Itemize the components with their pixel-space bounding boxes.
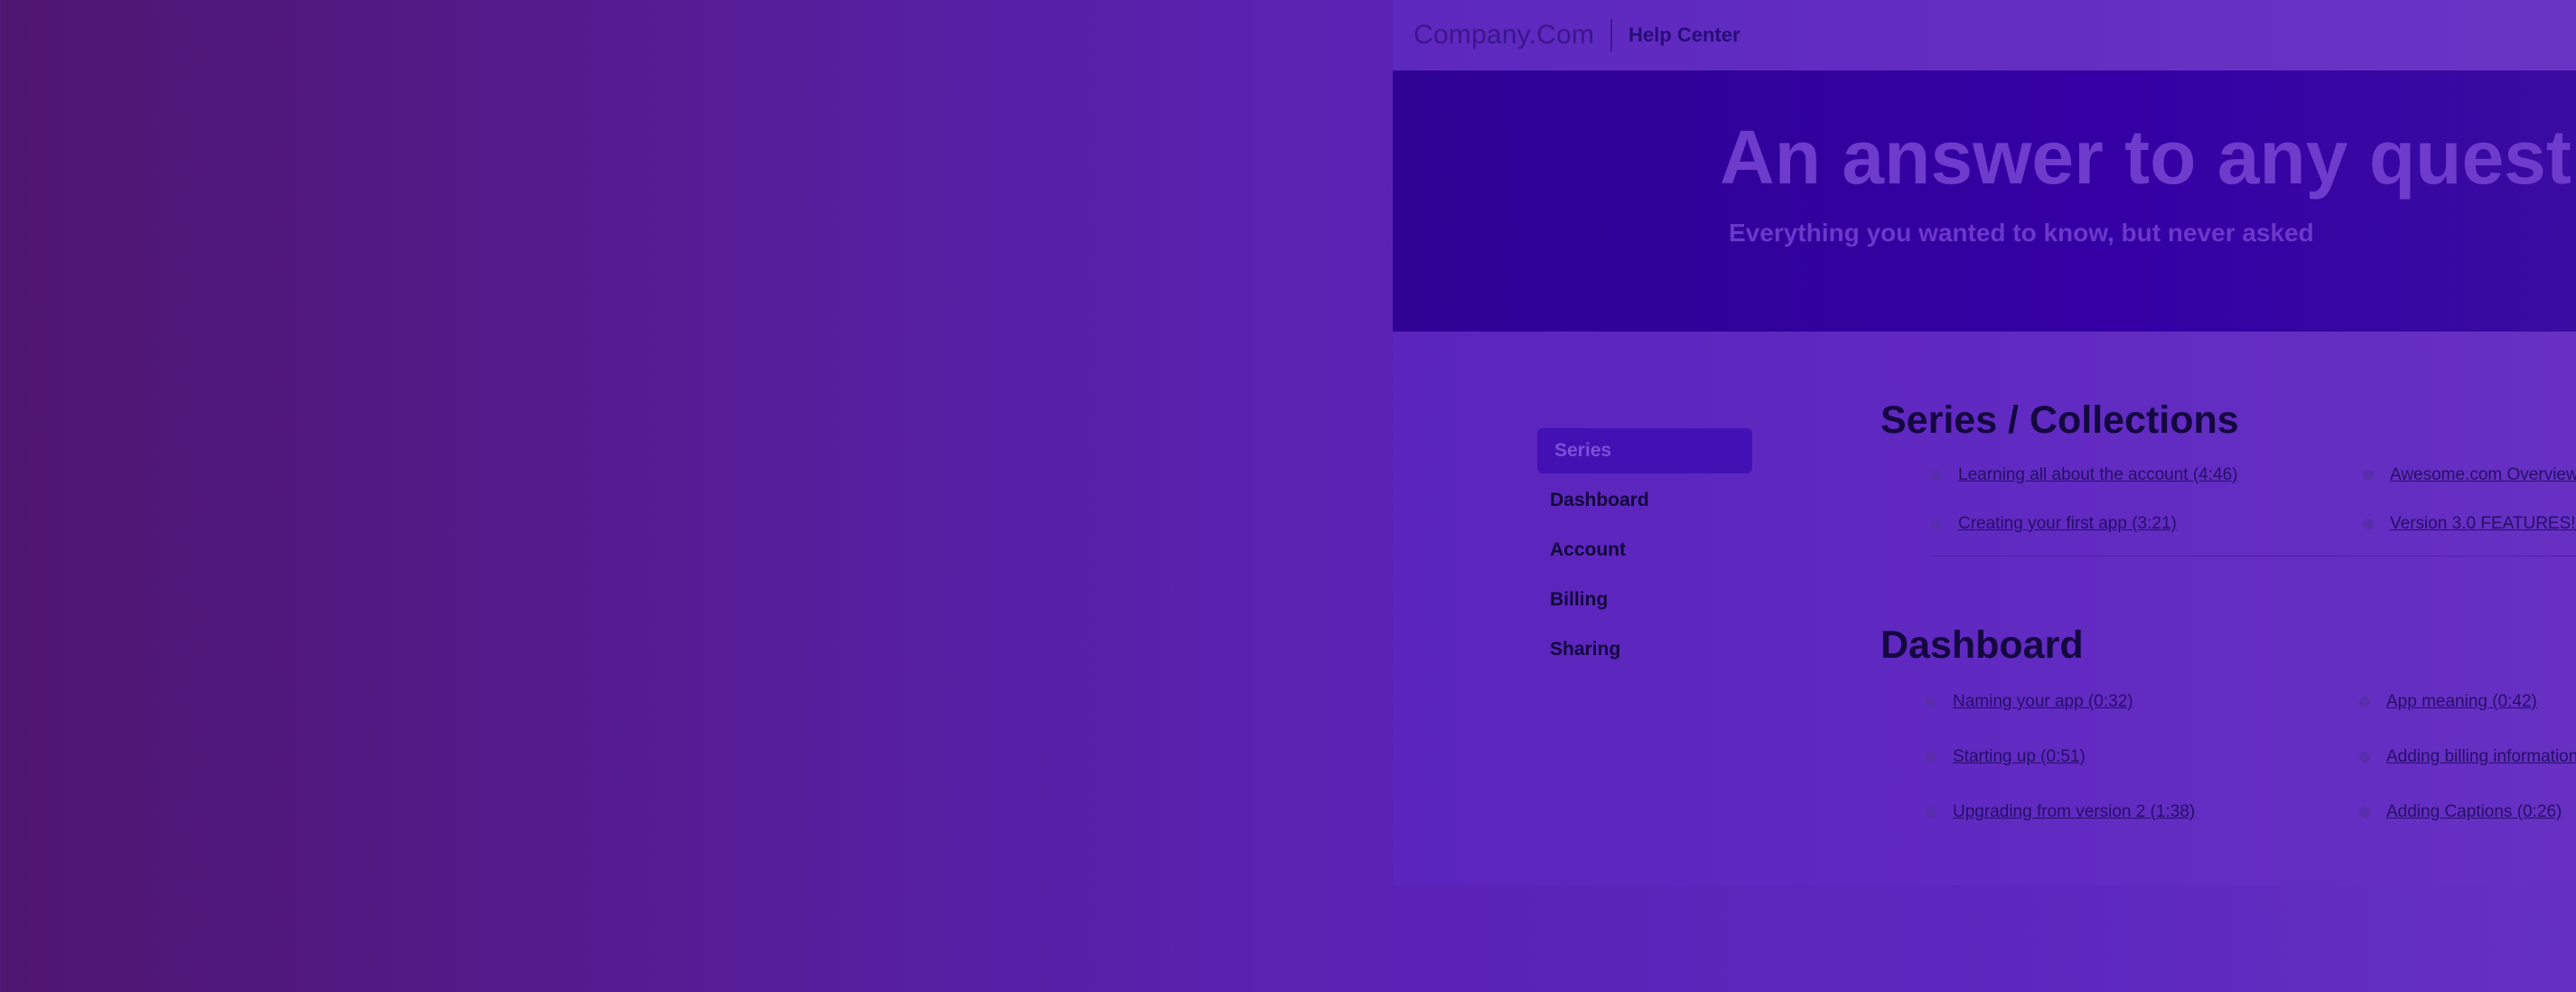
list-item[interactable]: Starting up (0:51) bbox=[1926, 747, 2086, 767]
dashboard-section-title: Dashboard bbox=[1881, 623, 2084, 667]
sidebar-item-billing[interactable]: Billing bbox=[1537, 577, 1752, 622]
video-link-label: Version 3.0 FEATURES! (3 bbox=[2390, 514, 2576, 533]
help-center-page: Company.Com Help Center An answer to any… bbox=[1393, 0, 2576, 885]
sidebar-item-label: Sharing bbox=[1550, 639, 1621, 660]
dashboard-section: Dashboard Naming your app (0:32) App mea… bbox=[1881, 626, 2576, 927]
hero-subtitle: Everything you wanted to know, but never… bbox=[1729, 219, 2314, 247]
header-divider bbox=[1610, 19, 1613, 51]
top-navigation: Company.Com Help Center bbox=[1393, 0, 2576, 70]
list-item[interactable]: Creating your first app (3:21) bbox=[1931, 514, 2177, 534]
video-link-label: Starting up (0:51) bbox=[1953, 747, 2086, 766]
bullet-icon bbox=[1926, 697, 1937, 707]
help-sidebar: Series Dashboard Account Billing Sharing bbox=[1537, 428, 1754, 677]
series-section-title: Series / Collections bbox=[1881, 398, 2239, 442]
bullet-icon bbox=[2363, 470, 2374, 481]
list-item[interactable]: Learning all about the account (4:46) bbox=[1931, 465, 2238, 485]
list-item[interactable]: App meaning (0:42) bbox=[2359, 692, 2537, 712]
series-collections-section: Series / Collections Learning all about … bbox=[1881, 401, 2576, 561]
list-item[interactable]: Adding billing information ( bbox=[2359, 747, 2576, 767]
dashboard-video-list: Naming your app (0:32) App meaning (0:42… bbox=[1881, 692, 2576, 927]
sidebar-item-series[interactable]: Series bbox=[1537, 428, 1752, 473]
company-logo[interactable]: Company.Com bbox=[1414, 20, 1594, 51]
hero-banner: An answer to any question Everything you… bbox=[1393, 70, 2576, 332]
bullet-icon bbox=[2359, 807, 2370, 818]
sidebar-item-label: Dashboard bbox=[1550, 490, 1649, 510]
sidebar-item-dashboard[interactable]: Dashboard bbox=[1537, 478, 1752, 523]
list-item[interactable]: Version 3.0 FEATURES! (3 bbox=[2363, 514, 2576, 534]
list-item[interactable]: Upgrading from version 2 (1:38) bbox=[1926, 802, 2195, 822]
video-link-label: Awesome.com Overview ( bbox=[2390, 465, 2576, 484]
video-link-label: Learning all about the account (4:46) bbox=[1958, 465, 2238, 484]
list-item[interactable]: Naming your app (0:32) bbox=[1926, 692, 2133, 712]
series-video-list: Learning all about the account (4:46) Aw… bbox=[1881, 465, 2576, 561]
sidebar-item-label: Billing bbox=[1550, 589, 1609, 610]
section-divider bbox=[1931, 556, 2576, 557]
bullet-icon bbox=[2359, 697, 2370, 707]
video-link-label: Upgrading from version 2 (1:38) bbox=[1953, 802, 2196, 821]
sidebar-item-label: Account bbox=[1550, 539, 1626, 560]
video-link-label: Adding Captions (0:26) bbox=[2386, 802, 2562, 821]
bullet-icon bbox=[1926, 752, 1937, 763]
sidebar-item-account[interactable]: Account bbox=[1537, 528, 1752, 573]
video-link-label: App meaning (0:42) bbox=[2386, 692, 2537, 711]
list-item[interactable]: Adding Captions (0:26) bbox=[2359, 802, 2562, 822]
video-link-label: Creating your first app (3:21) bbox=[1958, 514, 2177, 533]
bullet-icon bbox=[2363, 519, 2374, 529]
sidebar-item-label: Series bbox=[1554, 440, 1612, 461]
list-item[interactable]: Awesome.com Overview ( bbox=[2363, 465, 2576, 485]
sidebar-item-sharing[interactable]: Sharing bbox=[1537, 627, 1752, 672]
bullet-icon bbox=[1926, 807, 1937, 818]
bullet-icon bbox=[1931, 470, 1942, 481]
video-link-label: Naming your app (0:32) bbox=[1953, 692, 2133, 711]
video-link-label: Adding billing information ( bbox=[2386, 747, 2576, 766]
bullet-icon bbox=[1931, 519, 1942, 529]
help-center-link[interactable]: Help Center bbox=[1629, 23, 1740, 47]
help-content: Series / Collections Learning all about … bbox=[1881, 401, 2576, 992]
bullet-icon bbox=[2359, 752, 2370, 763]
hero-title: An answer to any question bbox=[1720, 115, 2576, 200]
